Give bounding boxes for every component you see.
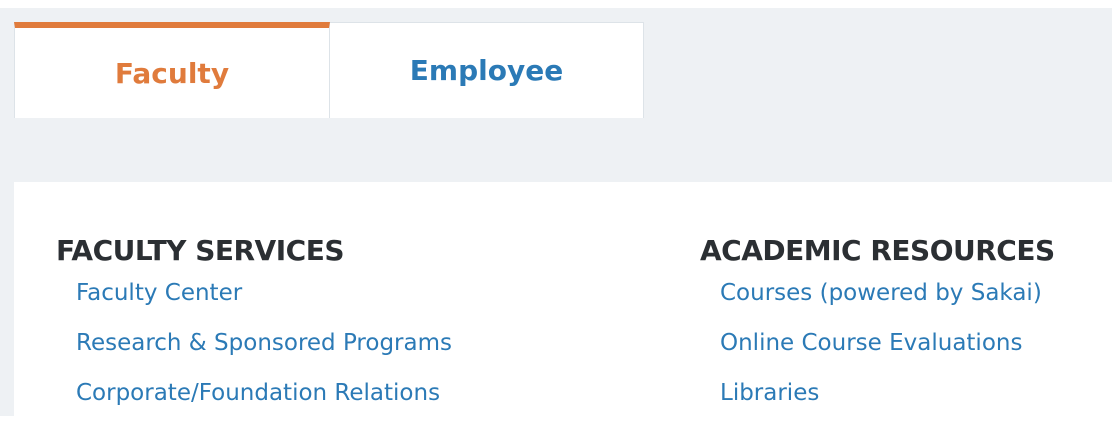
academic-resources-links: Courses (powered by Sakai) Online Course… [700, 279, 1055, 429]
link-online-course-evaluations[interactable]: Online Course Evaluations [720, 329, 1055, 379]
link-research-sponsored-programs[interactable]: Research & Sponsored Programs [76, 329, 452, 379]
link-courses-sakai[interactable]: Courses (powered by Sakai) [720, 279, 1055, 329]
link-corporate-foundation-relations[interactable]: Corporate/Foundation Relations [76, 379, 452, 429]
faculty-services-links: Faculty Center Research & Sponsored Prog… [56, 279, 452, 429]
academic-resources-heading: ACADEMIC RESOURCES [700, 234, 1055, 267]
faculty-services-heading: FACULTY SERVICES [56, 234, 344, 267]
link-faculty-center[interactable]: Faculty Center [76, 279, 452, 329]
link-libraries[interactable]: Libraries [720, 379, 1055, 429]
faculty-services-section: FACULTY SERVICES Faculty Center Research… [56, 234, 452, 429]
portal-frame: Faculty Employee FACULTY SERVICES Facult… [0, 0, 1112, 416]
tab-employee[interactable]: Employee [330, 22, 644, 118]
tab-faculty-label: Faculty [114, 56, 230, 90]
tab-employee-label: Employee [409, 54, 564, 87]
tab-bar: Faculty Employee [14, 22, 644, 118]
academic-resources-section: ACADEMIC RESOURCES Courses (powered by S… [700, 234, 1055, 429]
tab-content-panel: FACULTY SERVICES Faculty Center Research… [14, 182, 1112, 416]
tab-faculty[interactable]: Faculty [14, 22, 330, 118]
